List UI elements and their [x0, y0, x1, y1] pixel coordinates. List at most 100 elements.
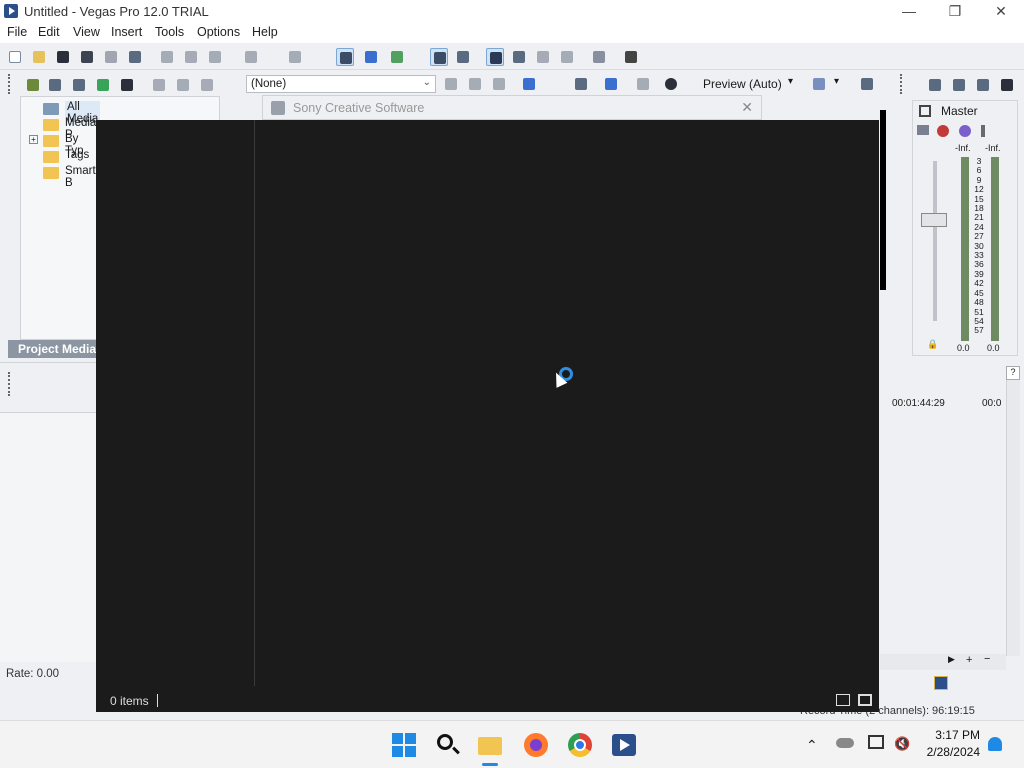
explorer-tool-icon-5[interactable]: [198, 76, 216, 94]
lock-icon[interactable]: 🔒: [927, 339, 938, 350]
folder-icon: [43, 119, 59, 131]
paint-icon[interactable]: [590, 48, 608, 66]
open-icon[interactable]: [30, 48, 48, 66]
mixer-tool-icon-1[interactable]: [926, 76, 944, 94]
chevron-up-icon[interactable]: ⌃: [806, 737, 818, 754]
volume-fader-track[interactable]: [933, 161, 937, 321]
volume-fader-handle[interactable]: [921, 213, 947, 227]
copy-icon[interactable]: [182, 48, 200, 66]
properties-icon[interactable]: [126, 48, 144, 66]
close-button[interactable]: ✕: [978, 0, 1024, 23]
folder-icon: [43, 167, 59, 179]
start-icon[interactable]: [390, 731, 418, 759]
expand-icon[interactable]: +: [29, 135, 38, 144]
ignore-grouping-icon[interactable]: [510, 48, 528, 66]
zoom-in-icon[interactable]: +: [966, 654, 972, 666]
preview-close-icon[interactable]: [490, 75, 508, 93]
envelope-tool-icon[interactable]: [362, 48, 380, 66]
explorer-tool-icon-1[interactable]: [24, 76, 42, 94]
vegas-app-icon: [4, 4, 18, 18]
preview-tool-icon-2[interactable]: [466, 75, 484, 93]
zoom-out-icon[interactable]: −: [984, 653, 990, 665]
restore-button[interactable]: ❐: [932, 0, 978, 23]
details-view-icon[interactable]: [836, 694, 850, 706]
preview-mode-dropdown[interactable]: Preview (Auto): [703, 77, 782, 91]
menu-insert[interactable]: Insert: [111, 25, 142, 39]
preview-tool-icon-1[interactable]: [442, 75, 460, 93]
undo-icon[interactable]: [242, 48, 260, 66]
mute-icon[interactable]: [959, 125, 971, 137]
external-monitor-icon[interactable]: [602, 75, 620, 93]
preview-quality-icon[interactable]: [662, 75, 680, 93]
volume-muted-icon[interactable]: 🔇: [894, 736, 910, 752]
preview-tool-icon-4[interactable]: [634, 75, 652, 93]
vegas-taskbar-icon[interactable]: [610, 731, 638, 759]
menu-help[interactable]: Help: [252, 25, 278, 39]
redo-icon[interactable]: [286, 48, 304, 66]
menu-view[interactable]: View: [73, 25, 100, 39]
tab-project-media[interactable]: Project Media: [8, 340, 108, 358]
mixer-tool-icon-4[interactable]: [998, 76, 1016, 94]
left-level-meter: [961, 157, 969, 341]
mixer-tool-icon-3[interactable]: [974, 76, 992, 94]
mixer-tool-icon-2[interactable]: [950, 76, 968, 94]
mixer-fx-chain-icon[interactable]: [937, 125, 949, 137]
pane-grip[interactable]: [8, 74, 12, 94]
zoom-tool-icon[interactable]: [558, 48, 576, 66]
minimize-button[interactable]: —: [886, 0, 932, 23]
menu-tools[interactable]: Tools: [155, 25, 184, 39]
file-explorer-icon[interactable]: [476, 731, 504, 759]
mixer-fx-icon[interactable]: [917, 125, 929, 135]
menu-options[interactable]: Options: [197, 25, 240, 39]
chrome-icon[interactable]: [566, 731, 594, 759]
clock-time[interactable]: 3:17 PM: [928, 728, 980, 742]
ripple-edit-icon[interactable]: [388, 48, 406, 66]
refresh-icon[interactable]: [94, 76, 112, 94]
explorer-tool-icon-3[interactable]: [70, 76, 88, 94]
menu-edit[interactable]: Edit: [38, 25, 60, 39]
marker-icon[interactable]: ?: [1006, 366, 1020, 380]
pane-grip[interactable]: [900, 74, 904, 94]
solo-icon[interactable]: [981, 125, 985, 137]
preview-monitor-icon[interactable]: [520, 75, 538, 93]
menu-file[interactable]: File: [7, 25, 27, 39]
large-icons-view-icon[interactable]: [858, 694, 872, 706]
preview-tool-icon-3[interactable]: [572, 75, 590, 93]
save-icon[interactable]: [54, 48, 72, 66]
chevron-down-icon[interactable]: ▾: [788, 76, 793, 87]
search-icon[interactable]: [434, 731, 462, 759]
lock-envelopes-icon[interactable]: [486, 48, 504, 66]
dialog-pane-divider[interactable]: [254, 120, 255, 686]
new-icon[interactable]: [6, 48, 24, 66]
cut-icon[interactable]: [158, 48, 176, 66]
save-as-icon[interactable]: [78, 48, 96, 66]
copy-snapshot-icon[interactable]: [858, 75, 876, 93]
playback-rate: Rate: 0.00: [6, 668, 60, 680]
master-bus-mixer: Master -Inf. -Inf. 3 6 9 12 15 18 21 24 27 30 33 36…: [912, 100, 1018, 356]
taskbar: ⌃ 🔇 3:17 PM 2/28/2024: [0, 720, 1024, 768]
delete-icon[interactable]: [150, 76, 168, 94]
onedrive-icon[interactable]: [836, 738, 854, 748]
chevron-down-icon[interactable]: ▾: [834, 76, 839, 87]
timeline-vertical-scrollbar[interactable]: [1006, 366, 1020, 656]
play-icon[interactable]: ▶: [948, 654, 955, 665]
selection-tool-icon[interactable]: [534, 48, 552, 66]
clock-date[interactable]: 2/28/2024: [922, 745, 980, 759]
overlays-icon[interactable]: [810, 75, 828, 93]
pane-grip[interactable]: [8, 372, 12, 396]
explorer-tool-icon-2[interactable]: [46, 76, 64, 94]
notification-bell-icon[interactable]: [988, 737, 1002, 751]
explorer-tool-icon-4[interactable]: [174, 76, 192, 94]
snapping-icon[interactable]: [454, 48, 472, 66]
render-icon[interactable]: [102, 48, 120, 66]
active-app-indicator: [482, 763, 498, 766]
firefox-icon[interactable]: [522, 731, 550, 759]
network-icon[interactable]: [868, 735, 884, 749]
dialog-close-button[interactable]: ✕: [741, 99, 753, 116]
edit-tool-icon[interactable]: [336, 48, 354, 66]
paste-icon[interactable]: [206, 48, 224, 66]
whats-this-help-icon[interactable]: [622, 48, 640, 66]
auto-crossfade-icon[interactable]: [430, 48, 448, 66]
preview-source-dropdown[interactable]: (None) ⌄: [246, 75, 436, 93]
search-icon[interactable]: [118, 76, 136, 94]
